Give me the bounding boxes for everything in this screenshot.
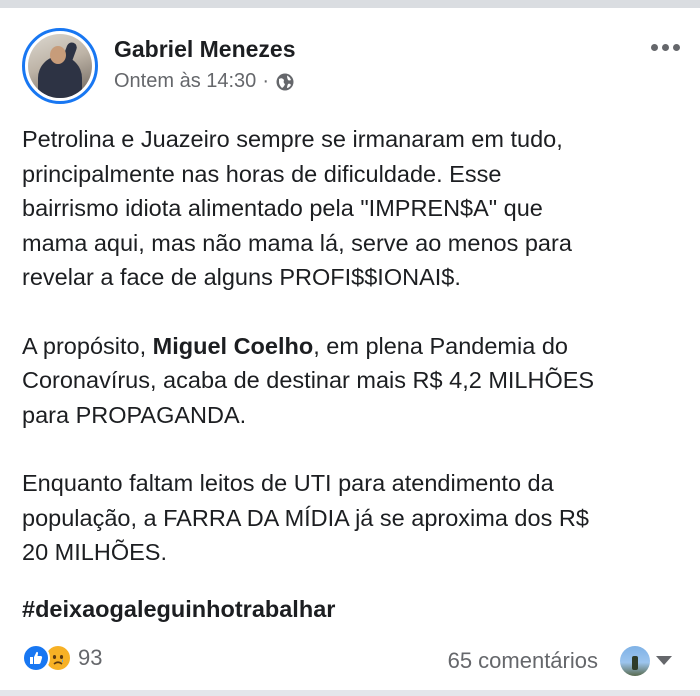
post-paragraph-2: A propósito, Miguel Coelho, em plena Pan… xyxy=(22,329,682,433)
meta-separator: · xyxy=(262,70,269,92)
text-fragment: , em plena Pandemia do xyxy=(313,332,568,359)
text-line: Petrolina e Juazeiro sempre se irmanaram… xyxy=(22,126,563,152)
more-dot xyxy=(673,44,680,51)
text-line: bairrismo idiota alimentado pela "IMPREN… xyxy=(22,195,543,221)
facebook-post: Gabriel Menezes Ontem às 14:30 · Petroli… xyxy=(0,8,700,696)
text-line: para PROPAGANDA. xyxy=(22,401,247,428)
more-dot xyxy=(662,44,669,51)
viewer-avatar[interactable] xyxy=(620,646,650,676)
post-timestamp[interactable]: Ontem às 14:30 xyxy=(114,70,256,93)
viewer-avatar-figure xyxy=(632,656,638,670)
more-options-icon[interactable] xyxy=(651,44,680,51)
avatar-head xyxy=(50,46,66,64)
post-header: Gabriel Menezes Ontem às 14:30 · xyxy=(22,28,682,108)
reactions-summary[interactable]: 93 xyxy=(22,644,102,672)
text-line: Enquanto faltam leitos de UTI para atend… xyxy=(22,470,554,496)
reaction-count: 93 xyxy=(78,645,103,670)
text-line: Coronavírus, acaba de destinar mais R$ 4… xyxy=(22,367,595,393)
author-name[interactable]: Gabriel Menezes xyxy=(114,36,296,63)
post-footer: 93 65 comentários xyxy=(22,644,682,684)
hashtag-link[interactable]: #deixaogaleguinhotrabalhar xyxy=(22,596,335,623)
post-meta: Ontem às 14:30 · xyxy=(114,70,295,93)
bottom-divider xyxy=(0,690,700,696)
chevron-down-icon[interactable] xyxy=(656,656,672,665)
like-icon xyxy=(22,644,50,672)
more-dot xyxy=(651,44,658,51)
text-fragment: A propósito, xyxy=(22,332,153,359)
text-line: principalmente nas horas de dificuldade.… xyxy=(22,160,502,187)
text-line: mama aqui, mas não mama lá, serve ao men… xyxy=(22,229,572,256)
text-line: A propósito, Miguel Coelho, em plena Pan… xyxy=(22,329,682,364)
comments-count-link[interactable]: 65 comentários xyxy=(448,648,598,674)
post-paragraph-1: Petrolina e Juazeiro sempre se irmanaram… xyxy=(22,122,682,295)
text-line: revelar a face de alguns PROFI$$IONAI$. xyxy=(22,264,461,290)
text-line: 20 MILHÕES. xyxy=(22,539,167,565)
text-line: população, a FARRA DA MÍDIA já se aproxi… xyxy=(22,504,589,531)
tagged-person-link[interactable]: Miguel Coelho xyxy=(153,333,314,359)
globe-icon[interactable] xyxy=(275,72,295,92)
avatar-photo xyxy=(28,34,92,98)
post-paragraph-3: Enquanto faltam leitos de UTI para atend… xyxy=(22,466,682,570)
author-avatar[interactable] xyxy=(22,28,98,104)
top-divider xyxy=(0,0,700,8)
post-body: Petrolina e Juazeiro sempre se irmanaram… xyxy=(22,122,682,604)
